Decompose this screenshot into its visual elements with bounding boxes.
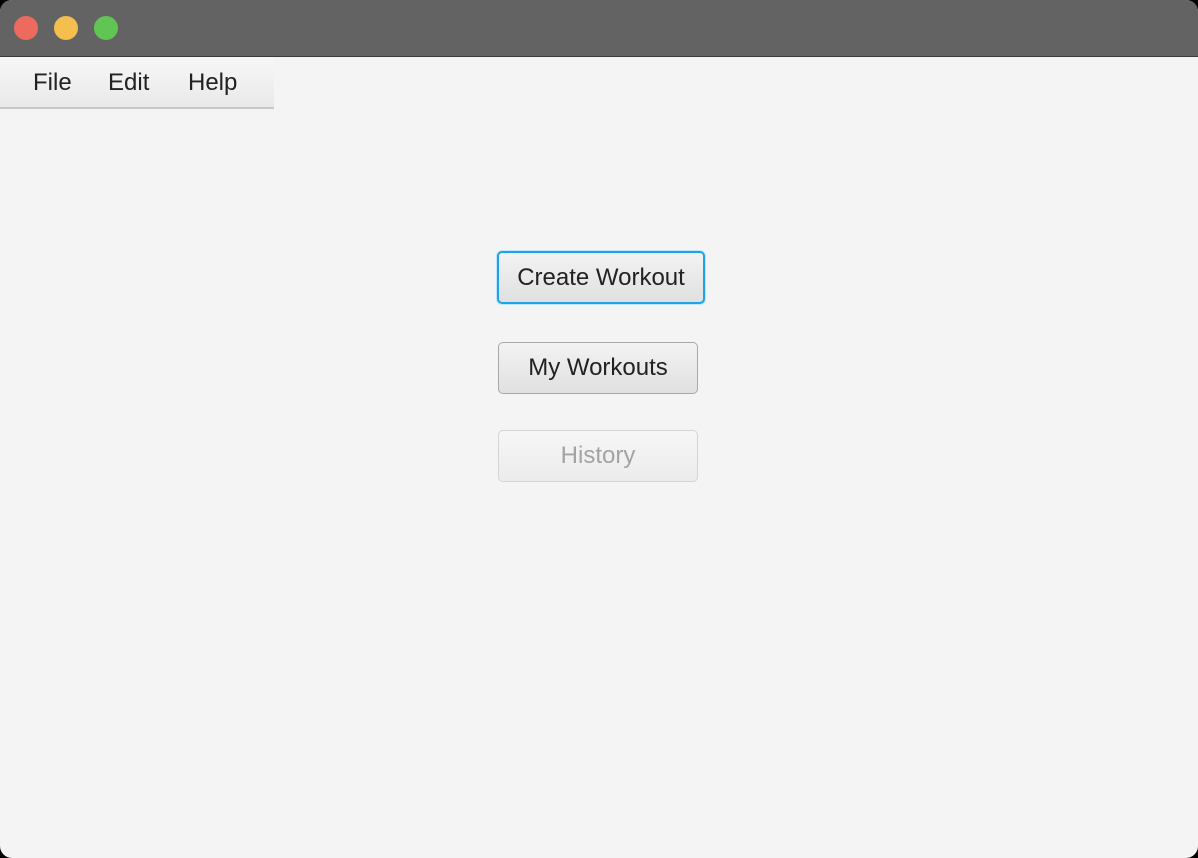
title-bar[interactable] xyxy=(0,0,1198,57)
history-button: History xyxy=(498,430,698,482)
menu-help[interactable]: Help xyxy=(188,57,237,109)
app-window: File Edit Help Create Workout My Workout… xyxy=(0,0,1198,858)
menu-file[interactable]: File xyxy=(33,57,72,109)
menu-bar: File Edit Help xyxy=(0,57,274,109)
my-workouts-button[interactable]: My Workouts xyxy=(498,342,698,394)
close-icon[interactable] xyxy=(14,16,38,40)
menu-edit[interactable]: Edit xyxy=(108,57,149,109)
create-workout-button[interactable]: Create Workout xyxy=(497,251,705,304)
minimize-icon[interactable] xyxy=(54,16,78,40)
maximize-icon[interactable] xyxy=(94,16,118,40)
